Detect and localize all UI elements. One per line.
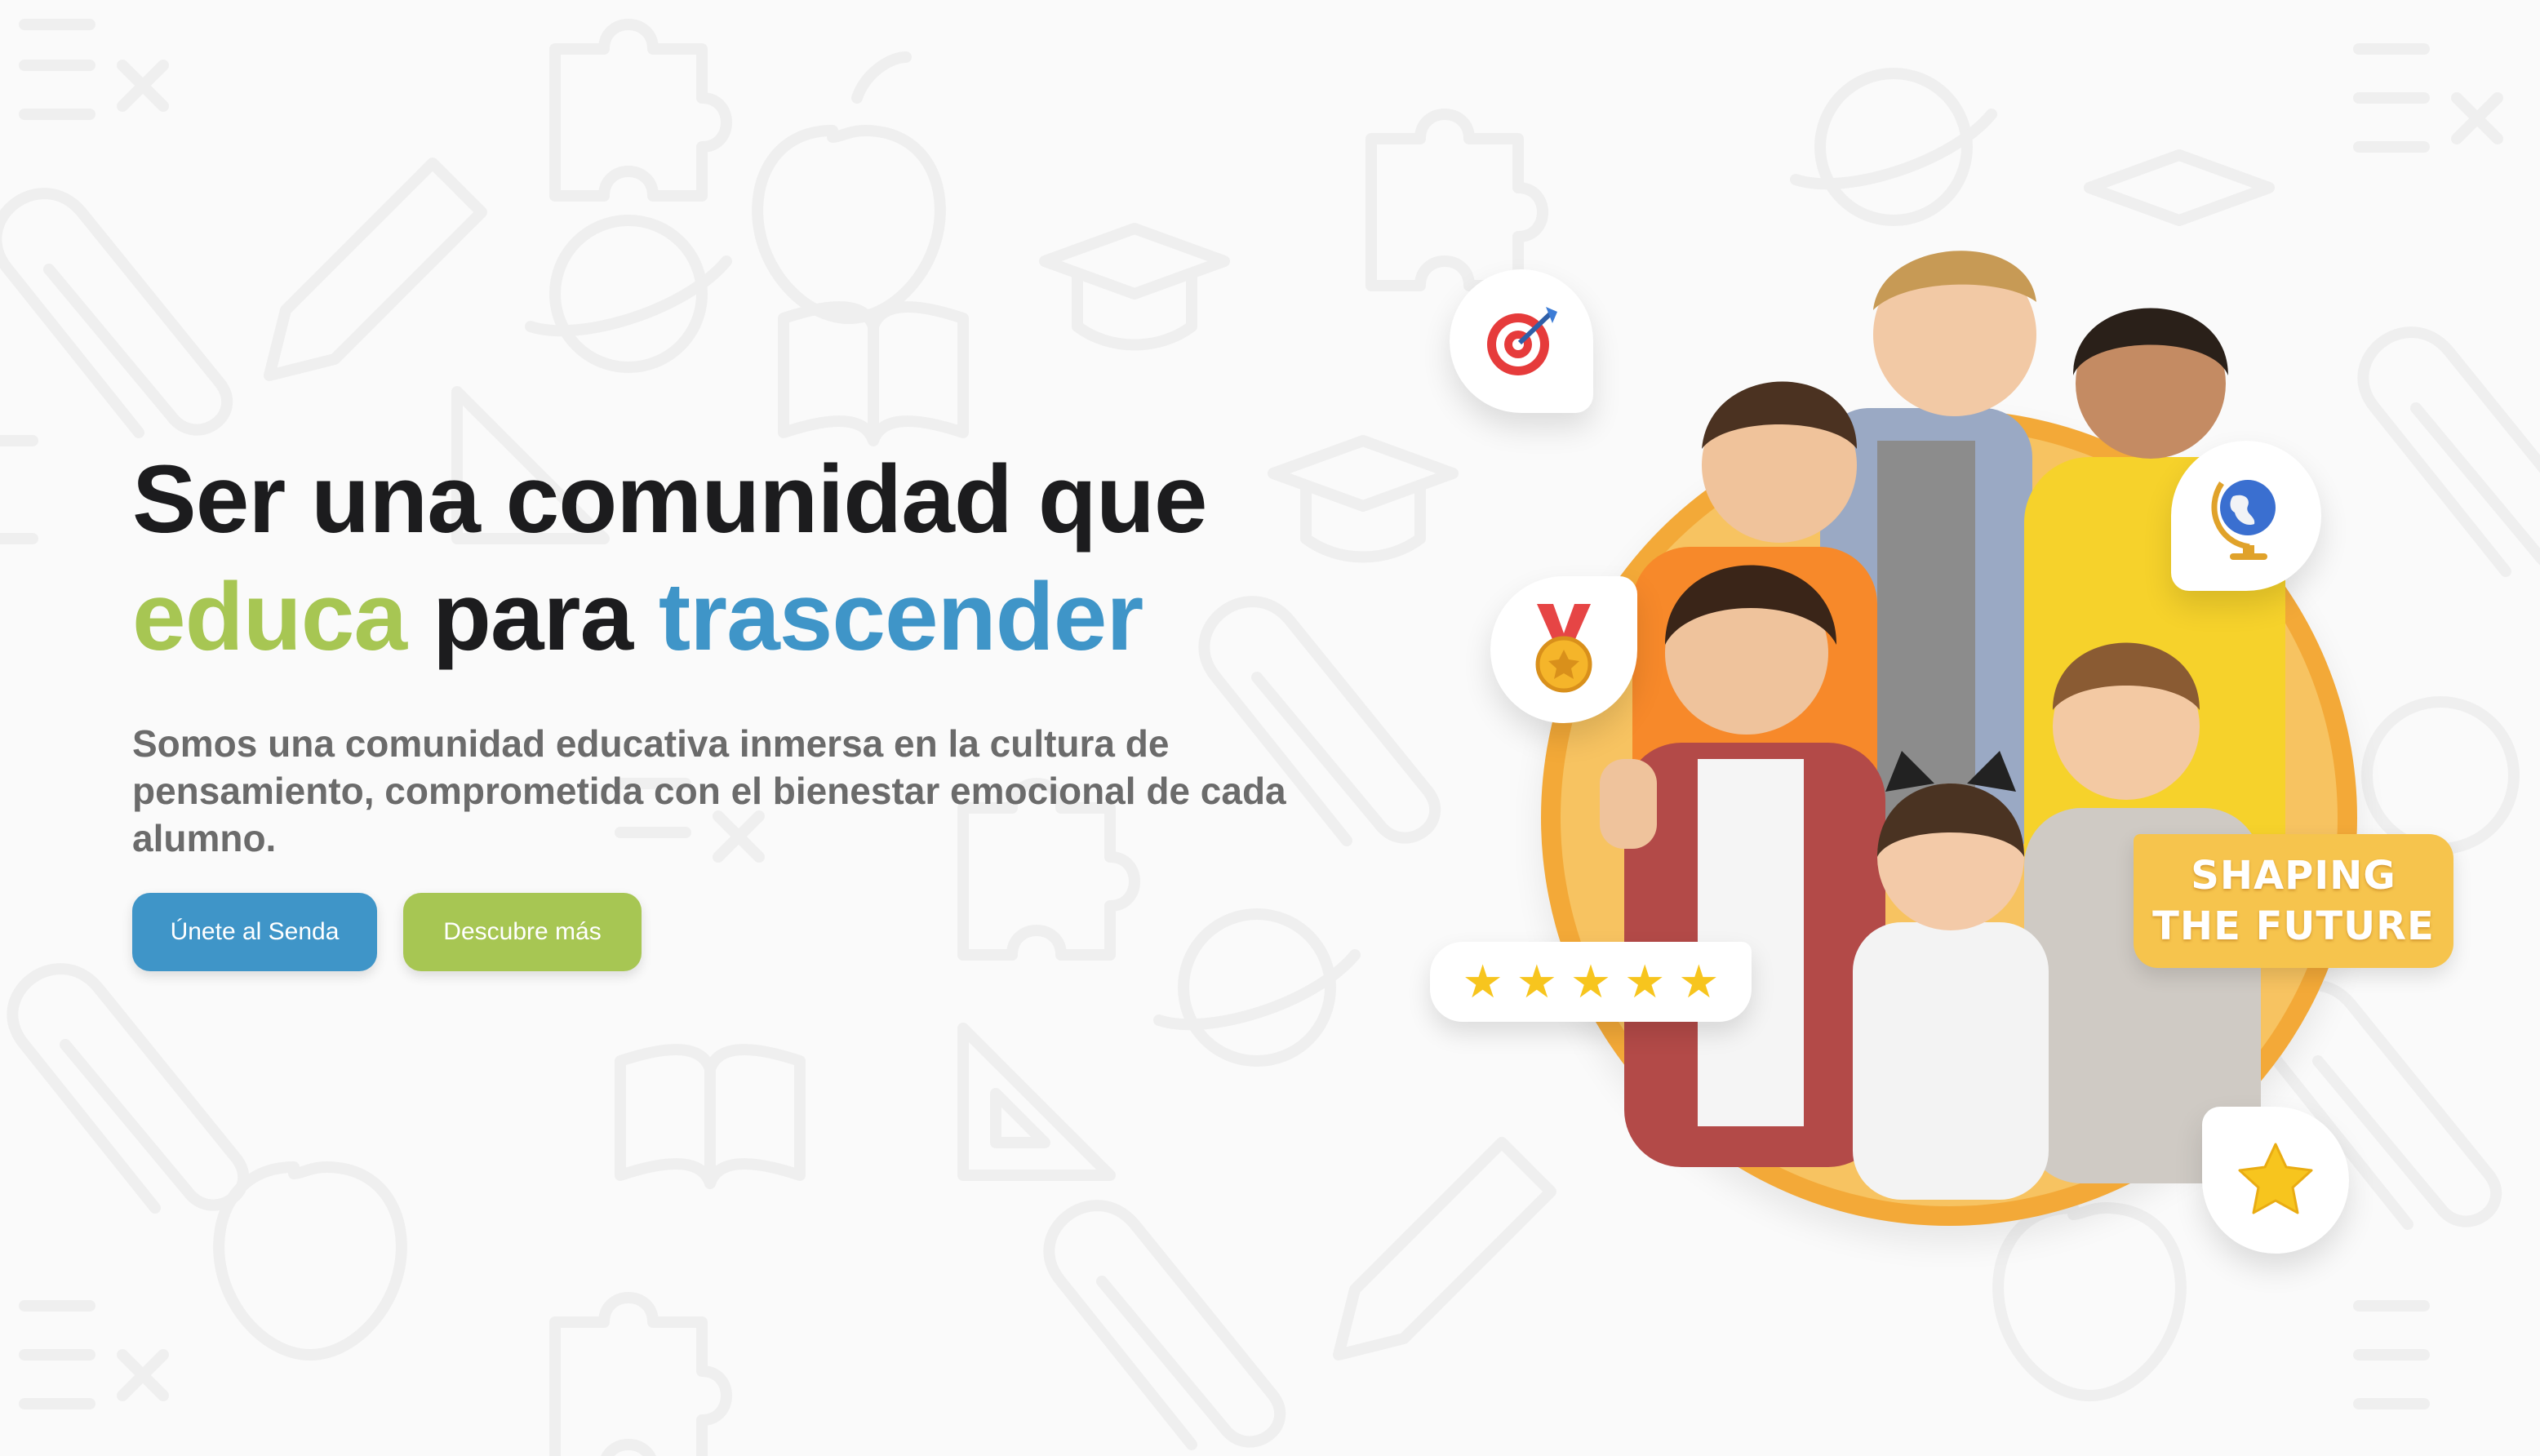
star-icon: ★ xyxy=(1516,956,1557,1007)
rating-stars-card: ★ ★ ★ ★ ★ xyxy=(1430,942,1752,1022)
badge-line2: THE FUTURE xyxy=(2152,903,2435,949)
hero-illustration: ★ ★ ★ ★ ★ SHAPING THE FUTURE xyxy=(1420,220,2453,1281)
hero-title: Ser una comunidad que educa para trascen… xyxy=(132,441,1405,676)
hero-page: Ser una comunidad que educa para trascen… xyxy=(0,0,2540,1456)
target-icon xyxy=(1487,307,1557,375)
hero-title-word-educa: educa xyxy=(132,563,407,671)
badge-line1: SHAPING xyxy=(2191,853,2396,899)
medal-icon xyxy=(1535,604,1592,693)
discover-more-button[interactable]: Descubre más xyxy=(403,893,642,971)
star-icon: ★ xyxy=(1570,956,1612,1007)
hero-buttons: Únete al Senda Descubre más xyxy=(132,893,642,971)
hero-description: Somos una comunidad educativa inmersa en… xyxy=(132,722,1286,859)
hero-text-block: Ser una comunidad que educa para trascen… xyxy=(132,441,1405,862)
star-bubble xyxy=(2202,1107,2349,1254)
medal-bubble xyxy=(1490,576,1637,723)
star-icon: ★ xyxy=(1678,956,1720,1007)
globe-bubble xyxy=(2171,441,2321,591)
globe-icon xyxy=(2211,480,2276,560)
star-icon: ★ xyxy=(1624,956,1666,1007)
star-icon: ★ xyxy=(1462,956,1503,1007)
target-bubble xyxy=(1450,269,1593,413)
hero-title-line1: Ser una comunidad que xyxy=(132,446,1208,553)
shaping-the-future-badge: SHAPING THE FUTURE xyxy=(2134,834,2453,968)
hero-title-word-trascender: trascender xyxy=(658,563,1143,671)
star-icon xyxy=(2238,1143,2313,1214)
join-senda-button[interactable]: Únete al Senda xyxy=(132,893,377,971)
hero-title-word-para: para xyxy=(406,563,659,671)
